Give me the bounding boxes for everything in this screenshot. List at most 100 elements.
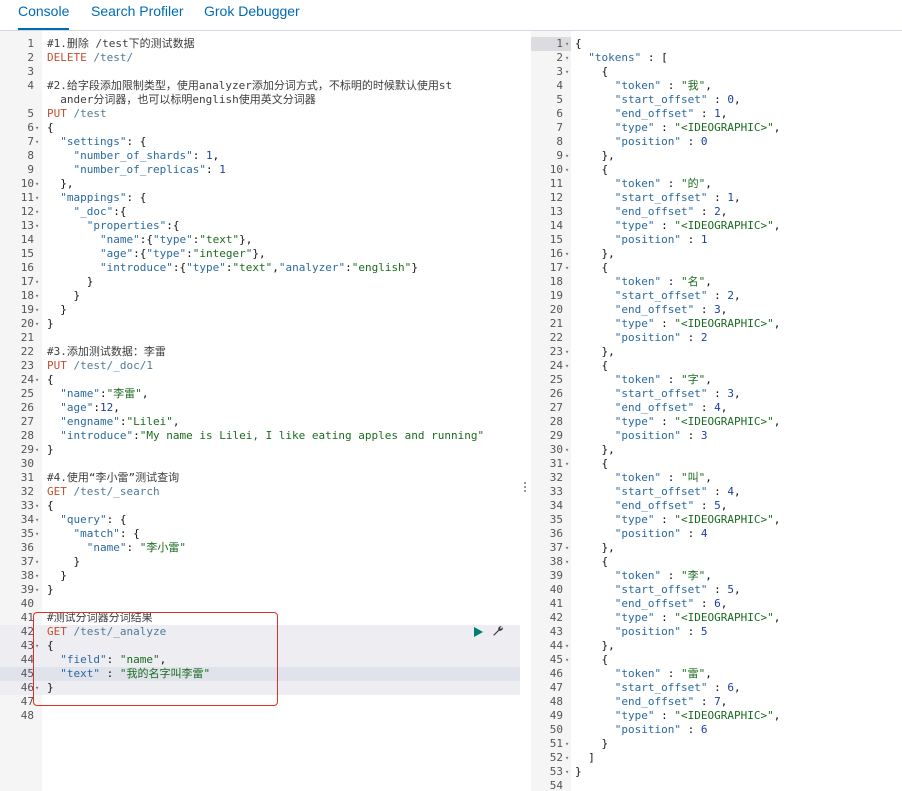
code-token: : — [680, 135, 701, 148]
fold-arrow-icon[interactable]: ▾ — [35, 513, 39, 527]
fold-arrow-icon[interactable]: ▾ — [565, 51, 569, 65]
line-number: 7 — [556, 121, 563, 134]
code-text: "name": "李小雷" — [47, 541, 186, 555]
response-line: 36 "position" : 4 — [531, 527, 902, 541]
code-token: "name" — [99, 233, 140, 246]
code-token: "我" — [680, 79, 706, 92]
pane-resize-handle[interactable] — [522, 480, 528, 496]
fold-arrow-icon[interactable]: ▾ — [565, 247, 569, 261]
fold-arrow-icon[interactable]: ▾ — [35, 583, 39, 597]
fold-arrow-icon[interactable]: ▾ — [565, 765, 569, 779]
line-number: 29 — [20, 443, 34, 456]
response-viewer[interactable]: 1 ▾{2 ▾ "tokens" : [3 ▾ {4 "token" : "我", 5 … — [531, 31, 902, 791]
code-token: { — [575, 359, 609, 372]
code-token: , — [720, 401, 728, 414]
editor-line: 1 #1.删除 /test下的测试数据 — [0, 37, 520, 51]
code-text: { — [575, 37, 582, 51]
code-token: "number_of_replicas" — [73, 163, 206, 176]
fold-arrow-icon[interactable]: ▾ — [565, 457, 569, 471]
code-token: : { — [126, 135, 147, 148]
code-text: ] — [575, 751, 595, 765]
editor-line: 8 "number_of_shards": 1, — [0, 149, 520, 163]
fold-arrow-icon[interactable]: ▾ — [565, 555, 569, 569]
fold-arrow-icon[interactable]: ▾ — [35, 317, 39, 331]
fold-arrow-icon[interactable]: ▾ — [35, 275, 39, 289]
code-token: 6 — [700, 723, 708, 736]
response-line: 43 "position" : 5 — [531, 625, 902, 639]
line-number: 8 — [556, 135, 563, 148]
code-token: "end_offset" — [614, 205, 695, 218]
editor-line: 34 ▾ "query": { — [0, 513, 520, 527]
tab-console[interactable]: Console — [18, 0, 70, 30]
fold-arrow-icon[interactable]: ▾ — [35, 289, 39, 303]
fold-arrow-icon[interactable]: ▾ — [565, 37, 569, 51]
fold-arrow-icon[interactable]: ▾ — [565, 541, 569, 555]
fold-arrow-icon[interactable]: ▾ — [35, 373, 39, 387]
fold-arrow-icon[interactable]: ▾ — [565, 149, 569, 163]
code-token: : — [661, 275, 681, 288]
fold-arrow-icon[interactable]: ▾ — [35, 443, 39, 457]
code-token: "李" — [680, 569, 706, 582]
wrench-icon[interactable] — [492, 625, 504, 637]
code-text: "position" : 4 — [575, 527, 708, 541]
response-line: 3 ▾ { — [531, 65, 902, 79]
fold-arrow-icon[interactable]: ▾ — [565, 345, 569, 359]
fold-arrow-icon[interactable]: ▾ — [35, 527, 39, 541]
line-number: 46 — [20, 681, 34, 694]
fold-arrow-icon[interactable]: ▾ — [565, 639, 569, 653]
fold-arrow-icon[interactable]: ▾ — [35, 555, 39, 569]
fold-arrow-icon[interactable]: ▾ — [565, 737, 569, 751]
fold-arrow-icon[interactable]: ▾ — [35, 191, 39, 205]
fold-arrow-icon[interactable]: ▾ — [35, 569, 39, 583]
code-text: "token" : "李", — [575, 569, 712, 583]
code-token: : — [707, 583, 728, 596]
tab-grok-debugger[interactable]: Grok Debugger — [204, 0, 300, 28]
code-token: } — [47, 275, 94, 288]
code-token: , — [705, 569, 712, 582]
line-number: 29 — [549, 429, 563, 442]
fold-arrow-icon[interactable]: ▾ — [35, 303, 39, 317]
code-token: : — [205, 163, 220, 176]
fold-arrow-icon[interactable]: ▾ — [35, 121, 39, 135]
response-line: 40 "start_offset" : 5, — [531, 583, 902, 597]
fold-arrow-icon[interactable]: ▾ — [565, 163, 569, 177]
code-text: } — [575, 765, 582, 779]
response-line: 33 "start_offset" : 4, — [531, 485, 902, 499]
code-text: "age":12, — [47, 401, 120, 415]
code-token: , — [705, 667, 712, 680]
code-text: { — [575, 163, 608, 177]
fold-arrow-icon[interactable]: ▾ — [565, 653, 569, 667]
code-text: { — [575, 457, 608, 471]
fold-arrow-icon[interactable]: ▾ — [565, 261, 569, 275]
fold-arrow-icon[interactable]: ▾ — [565, 751, 569, 765]
response-line: 11 "token" : "的", — [531, 177, 902, 191]
fold-arrow-icon[interactable]: ▾ — [565, 65, 569, 79]
fold-arrow-icon[interactable]: ▾ — [35, 205, 39, 219]
line-number: 42 — [20, 625, 34, 638]
fold-arrow-icon[interactable]: ▾ — [565, 359, 569, 373]
line-number: 39 — [20, 583, 34, 596]
code-token: : — [707, 387, 728, 400]
fold-arrow-icon[interactable]: ▾ — [35, 177, 39, 191]
fold-arrow-icon[interactable]: ▾ — [565, 443, 569, 457]
line-number: 52 — [549, 751, 563, 764]
code-token: /test/_doc/1 — [66, 359, 153, 372]
fold-arrow-icon[interactable]: ▾ — [35, 135, 39, 149]
code-token: "雷" — [680, 667, 706, 680]
line-number: 36 — [20, 541, 34, 554]
play-icon[interactable] — [474, 627, 483, 637]
line-number: 42 — [549, 611, 563, 624]
editor-line: 24 ▾ { — [0, 373, 520, 387]
code-token: :{ — [133, 247, 147, 260]
fold-arrow-icon[interactable]: ▾ — [35, 219, 39, 233]
fold-arrow-icon[interactable]: ▾ — [35, 499, 39, 513]
tab-search-profiler[interactable]: Search Profiler — [91, 0, 184, 28]
